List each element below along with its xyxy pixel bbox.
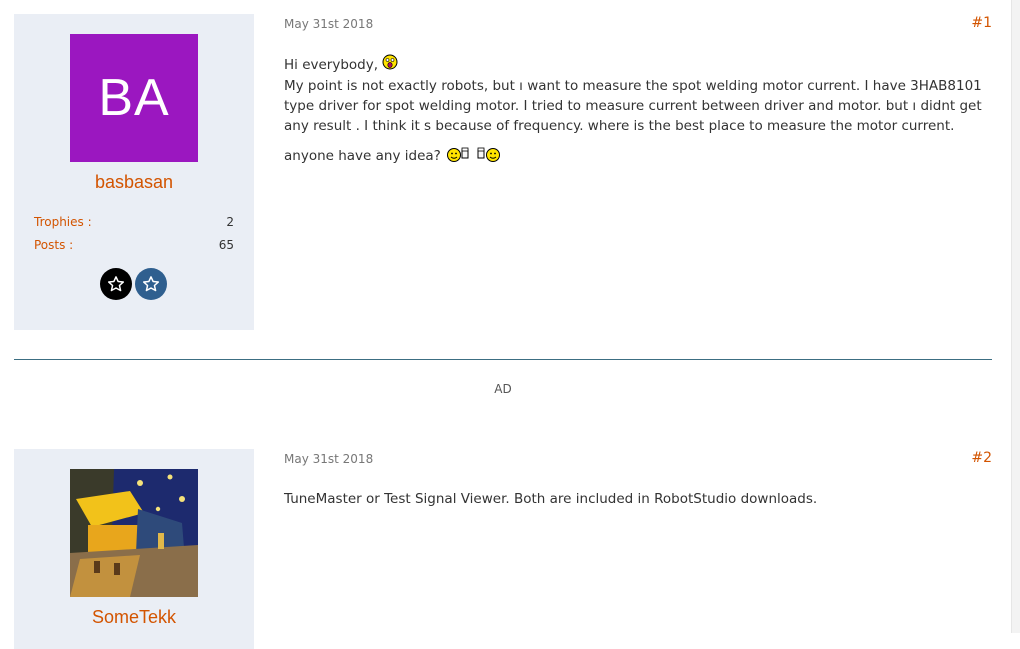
page-scrollbar[interactable] [1011, 0, 1020, 633]
post-date[interactable]: May 31st 2018 [284, 17, 373, 31]
stat-value: 2 [226, 215, 234, 229]
post-date[interactable]: May 31st 2018 [284, 452, 373, 466]
post-permalink[interactable]: #2 [971, 450, 992, 466]
star-badge-icon[interactable] [135, 268, 167, 300]
username-link[interactable]: SomeTekk [14, 607, 254, 628]
stat-label[interactable]: Trophies : [34, 215, 92, 229]
user-info-panel: SomeTekk [14, 449, 254, 649]
username-link[interactable]: basbasan [14, 172, 254, 193]
stat-trophies: Trophies : 2 [34, 215, 234, 229]
post-divider [14, 359, 992, 360]
shocked-smiley-icon [382, 54, 398, 76]
post-body: TuneMaster or Test Signal Viewer. Both a… [284, 491, 818, 507]
avatar[interactable] [70, 469, 198, 597]
post-2: SomeTekk May 31st 2018 #2 TuneMaster or … [14, 449, 992, 649]
avatar-initials: BA [98, 69, 170, 127]
post-greeting: Hi everybody, [284, 57, 379, 73]
user-info-panel: BA basbasan Trophies : 2 Posts : 65 [14, 14, 254, 330]
ad-label: AD [494, 382, 512, 396]
stat-label[interactable]: Posts : [34, 238, 73, 252]
stat-value: 65 [218, 238, 234, 252]
post-closing: anyone have any idea? [284, 148, 441, 164]
post-body: My point is not exactly robots, but ı wa… [284, 78, 982, 134]
avatar[interactable]: BA [70, 34, 198, 162]
star-badge-icon[interactable] [100, 268, 132, 300]
post-content: TuneMaster or Test Signal Viewer. Both a… [284, 489, 992, 517]
cheers-smileys-icon [445, 144, 503, 168]
stat-posts: Posts : 65 [34, 238, 234, 252]
post-content: Hi everybody, My point is not exactly ro… [284, 54, 992, 176]
post-1: BA basbasan Trophies : 2 Posts : 65 May … [14, 14, 992, 330]
post-permalink[interactable]: #1 [971, 15, 992, 31]
painting-avatar-icon [70, 469, 198, 597]
